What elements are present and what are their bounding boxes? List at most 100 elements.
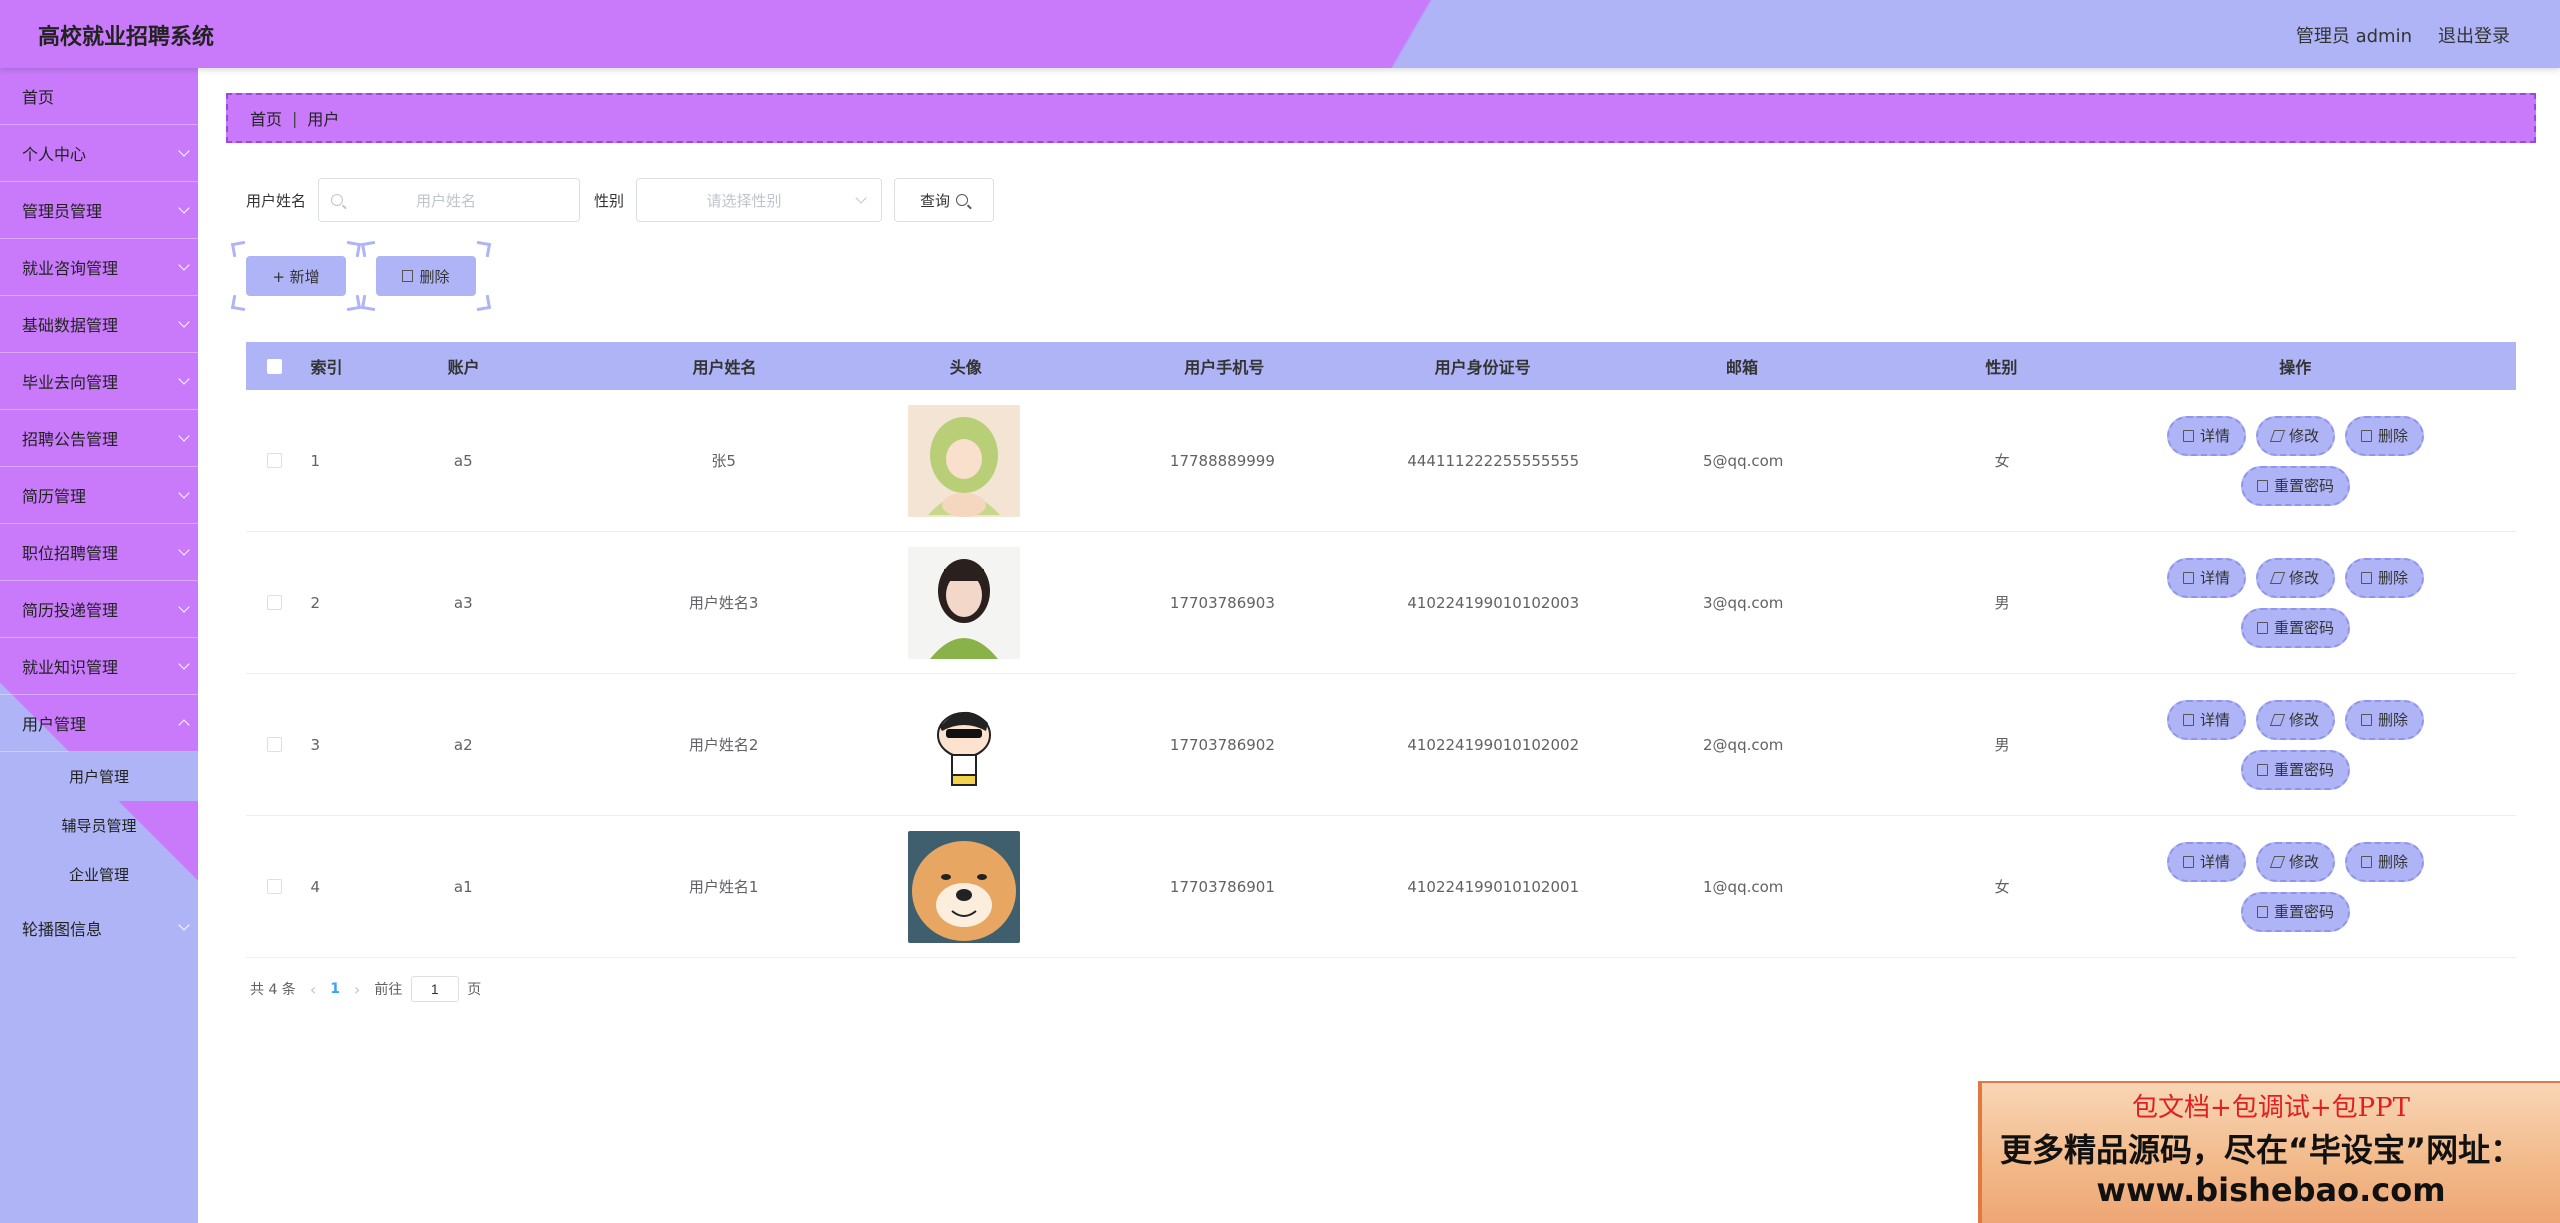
row-checkbox[interactable] (266, 595, 282, 610)
sidebar-item-delivery[interactable]: 简历投递管理 (0, 581, 198, 638)
sidebar-subitem-label: 企业管理 (68, 866, 129, 884)
edit-icon (2269, 571, 2286, 584)
delete-button[interactable]: 删除 (2345, 557, 2425, 598)
document-icon (2257, 479, 2269, 492)
sidebar-item-label: 毕业去向管理 (22, 373, 119, 392)
op-label: 详情 (2200, 711, 2231, 729)
sidebar-item-label: 就业知识管理 (22, 658, 119, 677)
next-page-icon[interactable]: › (354, 980, 360, 999)
reset-password-button[interactable]: 重置密码 (2241, 607, 2351, 648)
sidebar-item-personal[interactable]: 个人中心 (0, 125, 198, 182)
query-button[interactable]: 查询 (894, 178, 995, 222)
detail-button[interactable]: 详情 (2167, 557, 2247, 598)
row-checkbox[interactable] (266, 737, 282, 752)
reset-password-button[interactable]: 重置密码 (2241, 749, 2351, 790)
cell-sex: 女 (1994, 878, 2010, 896)
chevron-down-icon (178, 487, 190, 499)
detail-button[interactable]: 详情 (2167, 841, 2247, 882)
breadcrumb-separator: | (292, 108, 298, 128)
col-header: 头像 (949, 358, 982, 377)
chevron-down-icon (178, 202, 190, 214)
col-header: 用户手机号 (1184, 358, 1265, 377)
goto-prefix: 前往 (374, 982, 403, 998)
cell-index: 1 (310, 451, 320, 470)
delete-button[interactable]: 删除 (2345, 415, 2425, 456)
ad-line: 包文档+包调试+包PPT (2132, 1093, 2410, 1123)
chevron-down-icon (178, 430, 190, 442)
sidebar-item-carousel[interactable]: 轮播图信息 (0, 899, 198, 956)
search-icon (331, 194, 344, 206)
add-button[interactable]: + 新增 (230, 240, 362, 312)
goto-page-input[interactable] (410, 976, 459, 1002)
delete-button[interactable]: 删除 (2345, 699, 2425, 740)
batch-delete-button[interactable]: 删除 (360, 240, 492, 312)
chevron-down-icon (178, 601, 190, 613)
sidebar-item-consult[interactable]: 就业咨询管理 (0, 239, 198, 296)
sidebar-item-job[interactable]: 职位招聘管理 (0, 524, 198, 581)
sidebar-subitem-counselor[interactable]: 辅导员管理 (0, 801, 198, 850)
col-header: 账户 (447, 358, 480, 377)
detail-button[interactable]: 详情 (2167, 699, 2247, 740)
sidebar-item-basedata[interactable]: 基础数据管理 (0, 296, 198, 353)
avatar[interactable] (908, 830, 1021, 943)
trash-icon (2361, 713, 2373, 726)
sidebar-item-label: 基础数据管理 (22, 316, 119, 335)
sex-select[interactable]: 请选择性别 (636, 178, 883, 222)
avatar[interactable] (908, 404, 1021, 517)
top-header: 高校就业招聘系统 管理员 admin 退出登录 (0, 0, 2560, 68)
row-checkbox[interactable] (266, 453, 282, 468)
prev-page-icon[interactable]: ‹ (310, 980, 316, 999)
col-header: 邮箱 (1725, 358, 1758, 377)
col-header: 索引 (310, 358, 343, 377)
chevron-down-icon (178, 544, 190, 556)
select-all-checkbox[interactable] (266, 358, 282, 374)
sidebar-subitem-user[interactable]: 用户管理 (0, 752, 198, 801)
col-header: 用户姓名 (692, 358, 757, 377)
cell-idcard: 410224199010102002 (1407, 735, 1580, 754)
op-label: 重置密码 (2274, 477, 2335, 495)
trash-icon (402, 270, 414, 282)
delete-button[interactable]: 删除 (2345, 841, 2425, 882)
table-row: 4 a1 用户姓名1 17703786901 41022419901010200… (246, 816, 2516, 958)
detail-button[interactable]: 详情 (2167, 415, 2247, 456)
cell-email: 2@qq.com (1703, 735, 1784, 754)
edit-button[interactable]: 修改 (2256, 557, 2336, 598)
op-label: 详情 (2200, 427, 2231, 445)
cell-sex: 男 (1994, 736, 2010, 754)
sidebar: 首页 个人中心 管理员管理 就业咨询管理 基础数据管理 毕业去向管理 招聘公告管… (0, 68, 198, 1223)
edit-icon (2269, 429, 2286, 442)
sidebar-item-users[interactable]: 用户管理 (0, 695, 198, 752)
app-title: 高校就业招聘系统 (38, 25, 215, 50)
sidebar-item-label: 个人中心 (22, 145, 87, 164)
cell-account: a5 (453, 451, 473, 470)
reset-password-button[interactable]: 重置密码 (2241, 465, 2351, 506)
sidebar-item-knowledge[interactable]: 就业知识管理 (0, 638, 198, 695)
cell-phone: 17703786903 (1169, 593, 1275, 612)
edit-button[interactable]: 修改 (2256, 699, 2336, 740)
op-label: 删除 (2378, 711, 2409, 729)
row-checkbox[interactable] (266, 879, 282, 894)
row-actions: 详情 修改 删除 重置密码 (2075, 841, 2516, 932)
logout-link[interactable]: 退出登录 (2438, 22, 2510, 48)
document-icon (2257, 905, 2269, 918)
cell-name: 张5 (711, 452, 736, 470)
sidebar-item-home[interactable]: 首页 (0, 68, 198, 125)
reset-password-button[interactable]: 重置密码 (2241, 891, 2351, 932)
sidebar-item-admin[interactable]: 管理员管理 (0, 182, 198, 239)
sidebar-item-notice[interactable]: 招聘公告管理 (0, 410, 198, 467)
edit-button[interactable]: 修改 (2256, 415, 2336, 456)
name-placeholder: 用户姓名 (416, 191, 477, 210)
sidebar-subitem-company[interactable]: 企业管理 (0, 850, 198, 899)
document-icon (2183, 713, 2195, 726)
table-row: 3 a2 用户姓名2 17703786902 41022419901010200… (246, 674, 2516, 816)
sidebar-item-label: 首页 (22, 88, 55, 107)
edit-button[interactable]: 修改 (2256, 841, 2336, 882)
name-search-input[interactable]: 用户姓名 (318, 178, 581, 222)
avatar[interactable] (908, 546, 1021, 659)
breadcrumb-home[interactable]: 首页 (250, 106, 282, 130)
sidebar-item-destination[interactable]: 毕业去向管理 (0, 353, 198, 410)
page-number[interactable]: 1 (330, 981, 340, 997)
sidebar-item-resume[interactable]: 简历管理 (0, 467, 198, 524)
avatar[interactable] (908, 688, 1021, 801)
trash-icon (2361, 855, 2373, 868)
